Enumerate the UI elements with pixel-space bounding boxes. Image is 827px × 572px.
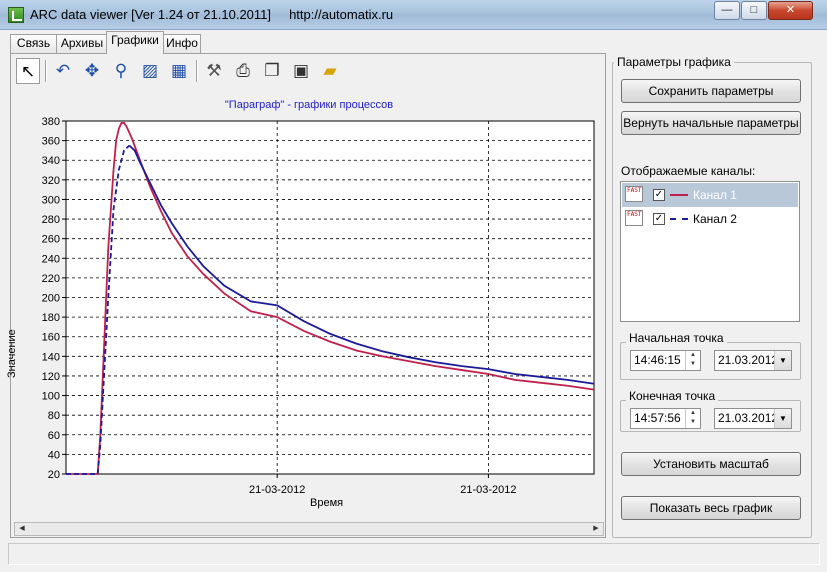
y-tick-label: 20 [48,469,60,481]
status-panel [8,543,820,565]
arrow-cursor-icon[interactable]: ↖ [16,58,40,84]
channel-1-checkbox[interactable]: ✓ [653,189,665,201]
scroll-right-icon[interactable]: ▶ [589,523,603,535]
show-all-button[interactable]: Показать весь график [621,496,801,520]
y-tick-label: 220 [42,273,60,285]
x-axis-label: Время [310,497,344,509]
process-chart[interactable]: 20 40 60 80 100 120 140 160 180 200 220 240 260 280 30… [14,88,604,508]
spin-up-icon[interactable]: ▲ [686,409,700,418]
reset-params-button[interactable]: Вернуть начальные параметры [621,111,801,135]
end-time-spinner[interactable]: ▲ ▼ [685,409,700,428]
y-tick-label: 160 [42,332,60,344]
start-time-value: 14:46:15 [634,353,681,367]
y-tick-label: 140 [42,351,60,363]
title-bar: ARC data viewer [Ver 1.24 от 21.10.2011]… [0,0,827,30]
channel-2-checkbox[interactable]: ✓ [653,213,665,225]
y-axis-label: Значение [6,329,18,378]
start-time-spinner[interactable]: ▲ ▼ [685,351,700,370]
status-bar [0,541,827,572]
chevron-down-icon[interactable]: ▼ [774,409,791,428]
channel-1-name: Канал 1 [693,188,737,202]
zoom-icon[interactable]: ⚲ [109,58,133,84]
channel-row-2[interactable]: FAST ✓ Канал 2 [622,207,798,231]
y-tick-label: 380 [42,116,60,128]
chart-export-icon[interactable]: ▦ [167,58,191,84]
fast-chart-icon: FAST [625,210,643,226]
undo-icon[interactable]: ↶ [51,58,75,84]
channel-list[interactable]: FAST ✓ Канал 1 FAST ✓ Канал 2 [620,181,800,322]
y-tick-label: 360 [42,136,60,148]
y-tick-label: 100 [42,391,60,403]
y-tick-label: 340 [42,155,60,167]
tab-charts[interactable]: Графики [106,31,164,54]
save-icon[interactable]: ▣ [289,58,313,84]
end-date-value: 21.03.2012 [718,411,779,425]
window-title: ARC data viewer [Ver 1.24 от 21.10.2011]… [30,7,394,22]
start-point-title: Начальная точка [626,331,727,345]
chart-area[interactable]: "Параграф" - графики процессов 20 40 60 80 1… [6,88,604,520]
spin-down-icon[interactable]: ▼ [686,360,700,369]
y-tick-label: 40 [48,449,60,461]
save-params-button[interactable]: Сохранить параметры [621,79,801,103]
y-tick-label: 200 [42,293,60,305]
x-tick-label: 21-03-2012 [460,484,516,496]
minimize-button[interactable]: — [714,1,740,20]
set-scale-button[interactable]: Установить масштаб [621,452,801,476]
tab-info[interactable]: Инфо [163,34,201,53]
maximize-button[interactable]: □ [741,1,767,20]
toolbar-separator [45,60,47,82]
copy-icon[interactable]: ❐ [260,58,284,84]
chart-params-title: Параметры графика [614,55,734,69]
start-date-select[interactable]: 21.03.2012 ▼ [714,350,792,371]
end-date-select[interactable]: 21.03.2012 ▼ [714,408,792,429]
end-time-input[interactable]: 14:57:56 ▲ ▼ [630,408,701,429]
close-button[interactable]: ✕ [768,1,813,20]
y-tick-label: 280 [42,214,60,226]
print-icon[interactable]: ⎙ [231,58,255,84]
channel-2-line-sample [670,218,688,220]
y-tick-label: 180 [42,312,60,324]
start-date-value: 21.03.2012 [718,353,779,367]
toolbar-separator [196,60,198,82]
channel-1-line-sample [670,194,688,196]
export-image-icon[interactable]: ▨ [138,58,162,84]
spin-down-icon[interactable]: ▼ [686,418,700,427]
x-tick-label: 21-03-2012 [249,484,305,496]
tab-connection[interactable]: Связь [10,34,57,53]
y-tick-label: 300 [42,194,60,206]
y-tick-label: 240 [42,253,60,265]
y-tick-label: 60 [48,430,60,442]
y-tick-label: 260 [42,234,60,246]
open-folder-icon[interactable]: ▰ [318,58,342,84]
app-icon [8,7,24,23]
scroll-left-icon[interactable]: ◀ [15,523,29,535]
settings-icon[interactable]: ⚒ [202,58,226,84]
chart-horizontal-scrollbar[interactable]: ◀ ▶ [14,522,604,536]
tab-archives[interactable]: Архивы [56,34,108,53]
end-time-value: 14:57:56 [634,411,681,425]
channel-row-1[interactable]: FAST ✓ Канал 1 [622,183,798,207]
y-tick-label: 120 [42,371,60,383]
channel-2-name: Канал 2 [693,212,737,226]
end-point-title: Конечная точка [626,389,719,403]
move-icon[interactable]: ✥ [80,58,104,84]
spin-up-icon[interactable]: ▲ [686,351,700,360]
start-time-input[interactable]: 14:46:15 ▲ ▼ [630,350,701,371]
fast-chart-icon: FAST [625,186,643,202]
y-tick-label: 80 [48,410,60,422]
channels-label: Отображаемые каналы: [621,164,756,178]
chevron-down-icon[interactable]: ▼ [774,351,791,370]
y-tick-label: 320 [42,175,60,187]
